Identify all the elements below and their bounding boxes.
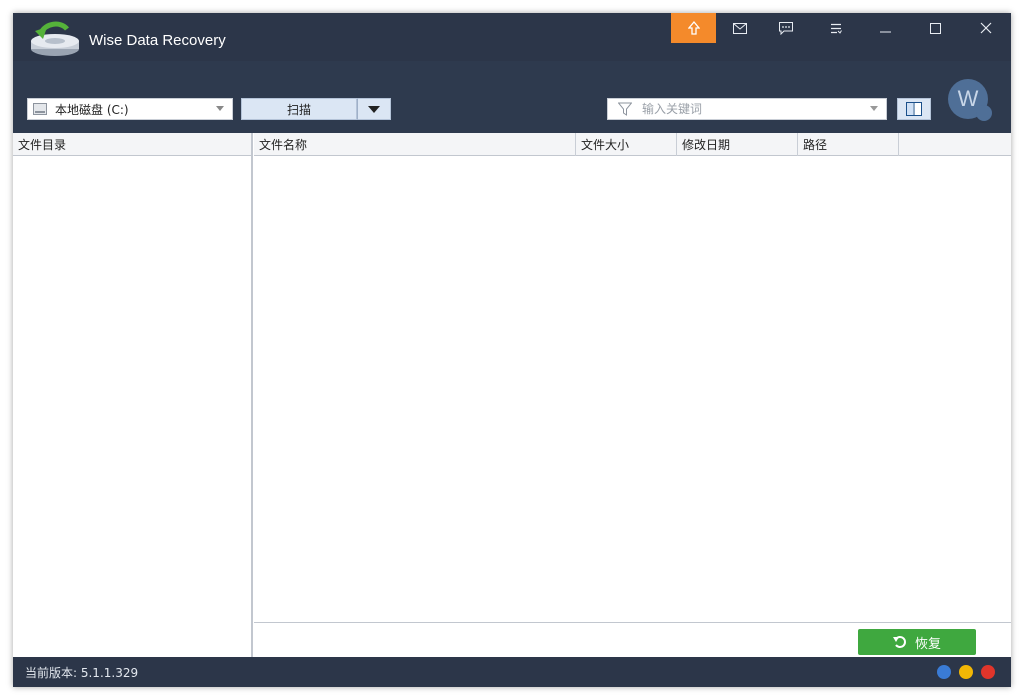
qq-icon[interactable] [959, 665, 973, 679]
version-label: 当前版本: 5.1.1.329 [25, 666, 139, 680]
hard-drive-icon [33, 103, 47, 115]
social-share-icon[interactable] [937, 665, 951, 679]
search-box[interactable] [607, 98, 887, 120]
file-list-header: 文件名称 文件大小 修改日期 路径 [254, 132, 1011, 156]
recover-button[interactable]: 恢复 [858, 629, 976, 655]
search-input[interactable] [640, 101, 854, 117]
chevron-down-icon[interactable] [870, 106, 878, 111]
chevron-down-icon [216, 106, 224, 111]
close-icon [980, 22, 991, 34]
column-header-modified[interactable]: 修改日期 [677, 132, 798, 156]
status-bar: 当前版本: 5.1.1.329 [13, 657, 1011, 687]
title-bar: Wise Data Recovery [13, 13, 1011, 61]
mail-button[interactable] [717, 13, 762, 43]
directory-header: 文件目录 [13, 133, 251, 156]
avatar-badge [976, 105, 992, 121]
maximize-button[interactable] [913, 13, 958, 43]
minimize-button[interactable] [863, 13, 908, 43]
column-header-name[interactable]: 文件名称 [254, 132, 576, 156]
app-logo-icon [27, 19, 83, 59]
app-title: Wise Data Recovery [89, 32, 226, 49]
weibo-icon[interactable] [981, 665, 995, 679]
close-button[interactable] [963, 13, 1008, 43]
column-header-path[interactable]: 路径 [798, 132, 899, 156]
scan-mode-dropdown[interactable] [357, 98, 391, 120]
filter-icon [618, 102, 632, 116]
menu-button[interactable] [813, 13, 858, 43]
file-list-pane: 文件名称 文件大小 修改日期 路径 恢复 [254, 132, 1011, 657]
directory-column-header[interactable]: 文件目录 [13, 133, 251, 156]
triangle-down-icon [368, 105, 380, 113]
toolbar: 本地磁盘 (C:) 扫描 W [13, 61, 1011, 133]
upgrade-button[interactable] [671, 13, 716, 43]
file-list-footer: 恢复 [254, 623, 1011, 657]
menu-icon [830, 23, 842, 34]
mail-icon [732, 22, 747, 34]
app-window: Wise Data Recovery 本地磁盘 (C:) 扫描 输入关键词 W … [13, 13, 1011, 687]
maximize-icon [930, 22, 941, 34]
scan-button[interactable]: 扫描 [241, 98, 357, 120]
recover-label: 恢复 [914, 636, 941, 652]
restore-icon [892, 636, 906, 648]
drive-select-value: 本地磁盘 (C:) [55, 102, 129, 117]
content-area: 文件目录 文件名称 文件大小 修改日期 路径 恢复 [13, 132, 1011, 657]
minimize-icon [880, 31, 891, 32]
upgrade-icon [687, 21, 700, 35]
split-panel-icon [906, 102, 922, 116]
file-list[interactable] [254, 156, 1011, 623]
column-header-size[interactable]: 文件大小 [576, 132, 677, 156]
drive-select[interactable]: 本地磁盘 (C:) [27, 98, 233, 120]
feedback-icon [778, 21, 793, 35]
layout-toggle-button[interactable] [897, 98, 931, 120]
feedback-button[interactable] [763, 13, 808, 43]
directory-pane: 文件目录 [13, 133, 253, 657]
